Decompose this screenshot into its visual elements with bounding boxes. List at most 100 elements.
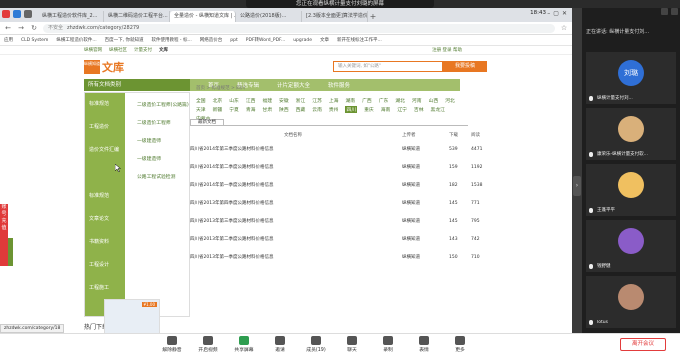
submit-doc-button[interactable]: 我要投稿 [443,61,487,72]
browser-tab[interactable]: 纵横工程造价软件库_2... [38,11,104,22]
hot-doc-thumbnail[interactable]: ¥1.00 [104,299,160,333]
doc-title[interactable]: 四川省2014年第一季度公路材料价格信息 [190,180,273,192]
region-link[interactable]: 重庆 [364,106,374,113]
forward-icon[interactable]: → [17,24,25,32]
region-link[interactable]: 江西 [246,97,256,104]
doc-title[interactable]: 四川省2013年第二季度公路材料价格信息 [190,234,273,246]
category-item[interactable]: 工程造价 [85,116,125,139]
region-link[interactable]: 河北 [445,97,455,104]
bookmark-item[interactable]: 文章 [320,37,329,43]
region-link[interactable]: 贵州 [329,106,339,113]
collapse-arrow-icon[interactable]: › [573,176,581,196]
region-link[interactable]: 海南 [381,106,391,113]
doc-title[interactable]: 四川省2013年第一季度公路材料价格信息 [190,252,273,264]
region-link[interactable]: 广东 [379,97,389,104]
bookmark-item[interactable]: ppt [230,38,237,43]
browser-tab[interactable]: [2.3版本全面更]算法学造价... [302,11,368,22]
region-link[interactable]: 湖北 [395,97,405,104]
table-row[interactable]: 四川省2014年第一季度公路材料价格信息 纵横知道 182 1538 [176,180,494,192]
table-row[interactable]: 四川省2013年第三季度公路材料价格信息 纵横知道 145 795 [176,216,494,228]
more-button[interactable]: 更多 [446,336,474,353]
table-row[interactable]: 四川省2014年第三季度公路材料价格信息 纵横知道 539 4471 [176,144,494,156]
submenu-item[interactable]: 一级建造师 [129,155,189,162]
reload-icon[interactable]: ↻ [30,24,38,32]
region-link[interactable]: 全国 [196,97,206,104]
region-link[interactable]: 甘肃 [262,106,272,113]
nav-item[interactable]: 软件服务 [328,81,350,89]
category-item[interactable]: 造价文件汇编 [85,139,125,162]
participant-tile[interactable]: lotus [586,276,676,328]
bookmark-item[interactable]: 新开在线标注工作平... [337,37,382,43]
search-input[interactable]: 输入关键词, 如"公路" [333,61,443,72]
category-item[interactable]: 工程设计 [85,254,125,277]
bookmark-item[interactable]: CLD System [21,38,48,43]
region-link[interactable]: 新疆 [213,106,223,113]
region-link[interactable]: 西藏 [296,106,306,113]
browser-tab[interactable]: 公路造价(2018版)... [236,11,302,22]
region-link[interactable]: 北京 [213,97,223,104]
doc-title[interactable]: 四川省2014年第三季度公路材料价格信息 [190,144,273,156]
all-categories[interactable]: 所有文档类别 [84,79,190,91]
region-link[interactable]: 上海 [329,97,339,104]
bookmark-item[interactable]: 纵横工程造价软件... [56,37,96,43]
browser-tab[interactable]: 纵横二维码造价工程平台... [104,11,170,22]
region-link[interactable]: 黑龙江 [431,106,445,113]
submenu-item[interactable]: 一级建造师 [129,137,189,144]
table-row[interactable]: 四川省2013年第一季度公路材料价格信息 纵横知道 150 710 [176,252,494,264]
leave-meeting-button[interactable]: 离开会议 [620,338,666,351]
bookmark-item[interactable]: PDF转Word_PDF... [246,37,285,43]
submenu-item[interactable]: 二级造价工程师 [129,119,189,126]
bookmark-item[interactable]: upgrade [293,38,312,43]
region-link[interactable]: 山东 [229,97,239,104]
participant-tile[interactable]: 钱野健 [586,220,676,272]
star-icon[interactable]: ☆ [560,24,568,32]
participant-tile[interactable]: 康荣乐-纵横计量支付软... [586,108,676,160]
nav-item[interactable]: 计片定额大全 [277,81,310,89]
participant-tile[interactable]: 刘璐 纵横计量支付刘... [586,52,676,104]
chat-button[interactable]: 聊天 [338,336,366,353]
url-input[interactable]: 不安全 zhzdwk.com/category/28279 [43,23,555,33]
region-link[interactable]: 河南 [412,97,422,104]
region-link[interactable]: 山西 [429,97,439,104]
top-link[interactable]: 纵横社区 [109,46,127,54]
share-screen-button[interactable]: 共享屏幕 [230,336,258,353]
category-item[interactable]: 工程施工 [85,277,125,300]
login-links[interactable]: 注册 登录 帮助 [432,46,462,54]
window-controls[interactable]: –▢✕ [547,10,570,17]
table-row[interactable]: 四川省2013年第二季度公路材料价格信息 纵横知道 143 742 [176,234,494,246]
top-link[interactable]: 文库 [159,46,168,54]
invite-button[interactable]: 邀请 [266,336,294,353]
doc-title[interactable]: 四川省2013年第四季度公路材料价格信息 [190,198,273,210]
category-item[interactable]: 书籍资料 [85,231,125,254]
video-button[interactable]: 开启视频 [194,336,222,353]
region-link[interactable]: 安徽 [279,97,289,104]
region-link[interactable]: 浙江 [296,97,306,104]
doc-title[interactable]: 四川省2014年第二季度公路材料价格信息 [190,162,273,174]
browser-tab-active[interactable]: 全量造价 - 纵横知道文库 | ... [170,11,236,22]
layout-icon[interactable] [661,8,668,15]
bookmark-item[interactable]: 软件使用教程 - 标... [152,37,192,43]
minimize-icon[interactable] [671,8,678,15]
recharge-float-button[interactable]: 账号充值 [0,204,8,266]
reactions-button[interactable]: 表情 [410,336,438,353]
region-link[interactable]: 天津 [196,106,206,113]
site-logo-text[interactable]: 文库 [102,59,124,75]
doc-title[interactable]: 四川省2013年第三季度公路材料价格信息 [190,216,273,228]
unmute-button[interactable]: 解除静音 [158,336,186,353]
region-link[interactable]: 福建 [262,97,272,104]
region-link[interactable]: 江苏 [312,97,322,104]
top-link[interactable]: 纵横官网 [84,46,102,54]
top-link[interactable]: 计量支付 [134,46,152,54]
submenu-item[interactable]: 二级造价工程师(公路篇) [129,101,189,108]
region-link[interactable]: 湖南 [345,97,355,104]
region-link[interactable]: 青海 [246,106,256,113]
category-item[interactable]: 标准规范 [85,185,125,208]
bookmark-item[interactable]: 网络造价台 [200,37,223,43]
site-logo-badge[interactable]: 纵横知道 [84,60,100,74]
region-link[interactable]: 陕西 [279,106,289,113]
participant-tile[interactable]: 王蓬平平 [586,164,676,216]
category-item[interactable]: 文章论文 [85,208,125,231]
category-item[interactable]: 标准规范 [85,93,125,116]
region-link[interactable]: 四川 [345,106,358,113]
side-float-tab[interactable] [8,238,13,266]
